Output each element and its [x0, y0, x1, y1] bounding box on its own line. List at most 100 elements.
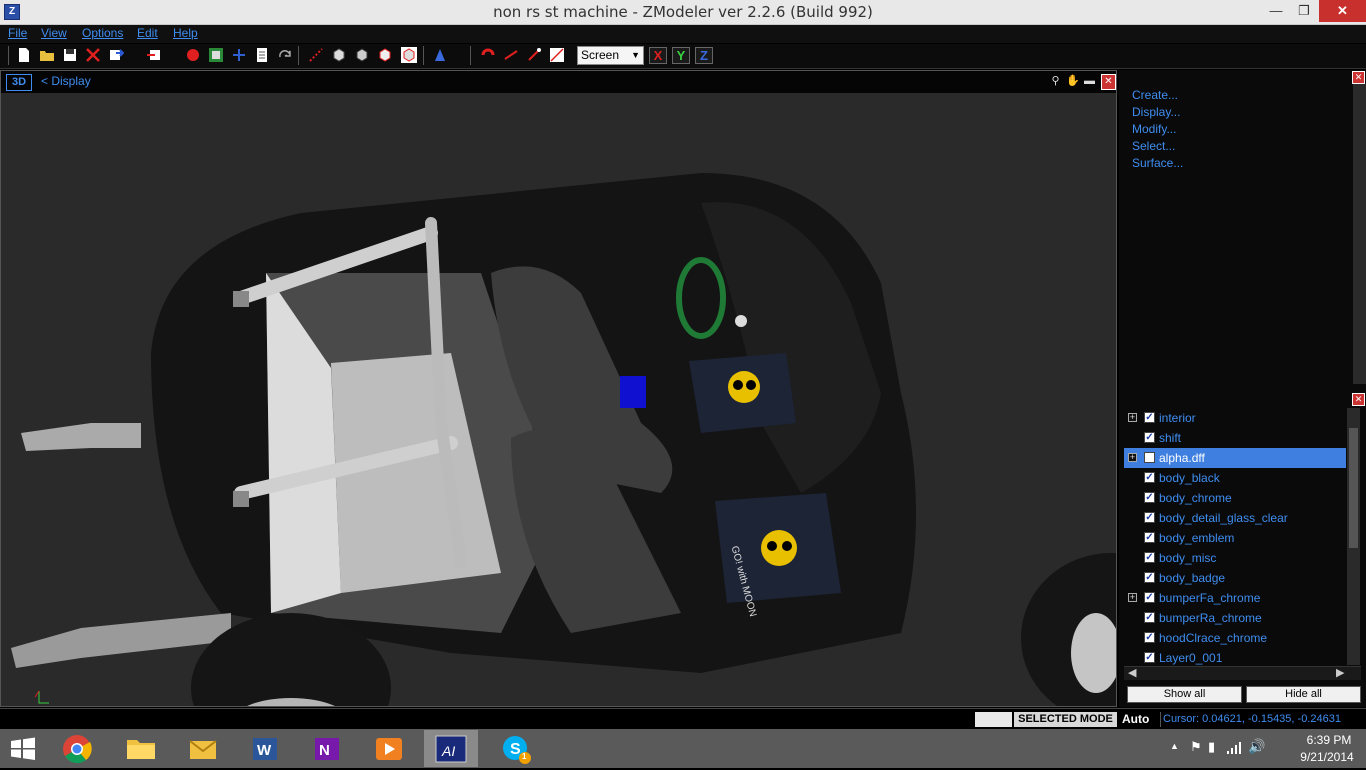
layer-visibility-checkbox[interactable]: ✓: [1144, 532, 1155, 543]
zoom-icon[interactable]: ⚲: [1049, 75, 1062, 88]
car-model-render[interactable]: GO! with MOON: [1, 93, 1117, 707]
layer-visibility-checkbox[interactable]: ✓: [1144, 652, 1155, 663]
layer-visibility-checkbox[interactable]: ✓: [1144, 552, 1155, 563]
viewport-close-icon[interactable]: ✕: [1101, 74, 1116, 90]
show-hidden-icons-icon[interactable]: ▲: [1170, 741, 1179, 751]
layer-visibility-checkbox[interactable]: ✓: [1144, 472, 1155, 483]
layer-row-alpha-dff[interactable]: + alpha.dff: [1124, 448, 1346, 468]
pan-hand-icon[interactable]: ✋: [1066, 75, 1080, 88]
redo-icon[interactable]: [277, 47, 293, 63]
menu-edit[interactable]: Edit: [137, 26, 158, 40]
layer-row-body-detail-glass-clear[interactable]: ✓ body_detail_glass_clear: [1124, 508, 1346, 528]
menu-view[interactable]: View: [41, 26, 67, 40]
status-auto[interactable]: Auto: [1122, 712, 1158, 727]
layer-list-scrollbar[interactable]: [1347, 408, 1360, 665]
scroll-left-icon[interactable]: ◀: [1128, 666, 1136, 679]
taskbar-file-explorer[interactable]: [114, 730, 168, 767]
layer-visibility-checkbox[interactable]: ✓: [1144, 492, 1155, 503]
layer-list-hscrollbar[interactable]: ◀ ▶: [1124, 666, 1361, 680]
render-icon[interactable]: [185, 47, 201, 63]
layer-visibility-checkbox[interactable]: ✓: [1144, 632, 1155, 643]
layers-panel-close-icon[interactable]: ✕: [1352, 393, 1365, 406]
taskbar-asus-ai[interactable]: AI: [424, 730, 478, 767]
command-display[interactable]: Display...: [1132, 105, 1180, 119]
cube-icon[interactable]: [331, 47, 347, 63]
layer-row-body-emblem[interactable]: ✓ body_emblem: [1124, 528, 1346, 548]
hide-all-button[interactable]: Hide all: [1246, 686, 1361, 703]
taskbar-skype[interactable]: S 1: [488, 730, 542, 767]
clock-date[interactable]: 9/21/2014: [1296, 750, 1358, 764]
axis-tool-icon[interactable]: [432, 47, 448, 63]
power-icon[interactable]: ▮: [1208, 739, 1215, 755]
layer-visibility-checkbox[interactable]: ✓: [1144, 592, 1155, 603]
start-button[interactable]: [0, 730, 46, 767]
taskbar-onenote[interactable]: N: [300, 730, 354, 767]
axis-z-button[interactable]: Z: [695, 47, 713, 64]
open-folder-icon[interactable]: [39, 47, 55, 63]
delete-icon[interactable]: [85, 47, 101, 63]
layer-row-body-chrome[interactable]: ✓ body_chrome: [1124, 488, 1346, 508]
taskbar-media-player[interactable]: [362, 730, 416, 767]
layer-row-bumperra-chrome[interactable]: ✓ bumperRa_chrome: [1124, 608, 1346, 628]
3d-viewport[interactable]: 3D < Display ⚲ ✋ ▬ ✕ GO! with MOON: [0, 70, 1117, 707]
menu-file[interactable]: File: [8, 26, 27, 40]
layer-visibility-checkbox[interactable]: [1144, 452, 1155, 463]
layer-visibility-checkbox[interactable]: ✓: [1144, 572, 1155, 583]
viewport-mode-badge[interactable]: 3D: [6, 74, 32, 91]
layer-visibility-checkbox[interactable]: ✓: [1144, 412, 1155, 423]
grid-icon[interactable]: [549, 47, 565, 63]
save-icon[interactable]: [62, 47, 78, 63]
axis-y-button[interactable]: Y: [672, 47, 690, 64]
clock-time[interactable]: 6:39 PM: [1300, 733, 1358, 747]
taskbar-outlook[interactable]: [176, 730, 230, 767]
command-surface[interactable]: Surface...: [1132, 156, 1183, 170]
command-create[interactable]: Create...: [1132, 88, 1178, 102]
notes-icon[interactable]: [254, 47, 270, 63]
view-mode-select[interactable]: Screen ▼: [577, 46, 644, 65]
taskbar-word[interactable]: W: [238, 730, 292, 767]
texture-icon[interactable]: [208, 47, 224, 63]
close-button[interactable]: ✕: [1319, 0, 1366, 22]
command-panel-scrollbar[interactable]: [1353, 84, 1366, 384]
layer-visibility-checkbox[interactable]: ✓: [1144, 612, 1155, 623]
expand-icon[interactable]: +: [1128, 413, 1137, 422]
cube-face-icon[interactable]: [354, 47, 370, 63]
pointer-icon[interactable]: [526, 47, 542, 63]
menu-help[interactable]: Help: [173, 26, 198, 40]
action-center-flag-icon[interactable]: ⚑: [1190, 739, 1202, 755]
layer-row-layer0-001[interactable]: ✓ Layer0_001: [1124, 648, 1346, 665]
layer-row-body-misc[interactable]: ✓ body_misc: [1124, 548, 1346, 568]
layer-row-bumperfa-chrome[interactable]: + ✓ bumperFa_chrome: [1124, 588, 1346, 608]
axis-x-button[interactable]: X: [649, 47, 667, 64]
material-icon[interactable]: [231, 47, 247, 63]
layer-visibility-checkbox[interactable]: ✓: [1144, 432, 1155, 443]
layer-row-interior[interactable]: + ✓ interior: [1124, 408, 1346, 428]
layer-row-body-badge[interactable]: ✓ body_badge: [1124, 568, 1346, 588]
layer-visibility-checkbox[interactable]: ✓: [1144, 512, 1155, 523]
snap-icon[interactable]: [503, 47, 519, 63]
volume-icon[interactable]: 🔊: [1248, 738, 1265, 755]
command-select[interactable]: Select...: [1132, 139, 1175, 153]
expand-icon[interactable]: +: [1128, 593, 1137, 602]
cube-select-icon[interactable]: [377, 47, 393, 63]
new-file-icon[interactable]: [16, 47, 32, 63]
layer-row-shift[interactable]: ✓ shift: [1124, 428, 1346, 448]
maximize-button[interactable]: ❐: [1290, 0, 1318, 22]
minimize-viewport-icon[interactable]: ▬: [1083, 75, 1096, 88]
cube-object-icon[interactable]: [401, 47, 417, 63]
minimize-button[interactable]: —: [1262, 0, 1290, 22]
viewport-breadcrumb[interactable]: < Display: [41, 74, 91, 88]
import-icon[interactable]: [108, 47, 124, 63]
magnet-icon[interactable]: [480, 47, 496, 63]
layer-row-body-black[interactable]: ✓ body_black: [1124, 468, 1346, 488]
layer-row-hoodclrace-chrome[interactable]: ✓ hoodClrace_chrome: [1124, 628, 1346, 648]
show-all-button[interactable]: Show all: [1127, 686, 1242, 703]
scrollbar-thumb[interactable]: [1349, 428, 1358, 548]
export-icon[interactable]: [146, 47, 162, 63]
expand-icon[interactable]: +: [1128, 453, 1137, 462]
network-signal-icon[interactable]: [1226, 741, 1242, 755]
menu-options[interactable]: Options: [82, 26, 123, 40]
scroll-right-icon[interactable]: ▶: [1336, 666, 1344, 679]
command-modify[interactable]: Modify...: [1132, 122, 1176, 136]
taskbar-chrome[interactable]: [50, 730, 104, 767]
